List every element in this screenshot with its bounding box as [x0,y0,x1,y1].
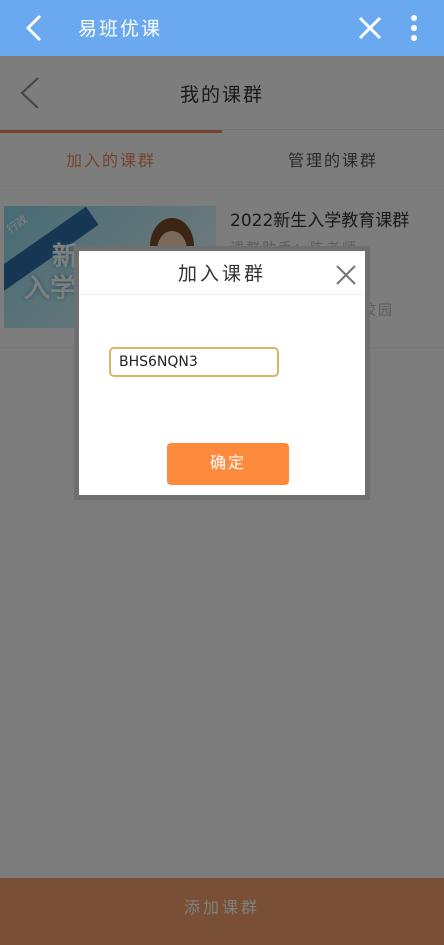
app-bar: 易班优课 [0,0,444,56]
modal-overlay[interactable] [0,56,444,945]
chevron-left-icon[interactable] [18,10,52,46]
group-code-input[interactable] [109,347,279,377]
dialog-title: 加入课群 [79,251,365,295]
confirm-button[interactable]: 确定 [167,443,289,485]
app-title: 易班优课 [78,18,163,40]
join-group-dialog: 加入课群 确定 [74,246,370,500]
close-icon[interactable] [356,14,384,42]
close-icon[interactable] [335,264,357,286]
more-vertical-icon[interactable] [406,12,422,44]
